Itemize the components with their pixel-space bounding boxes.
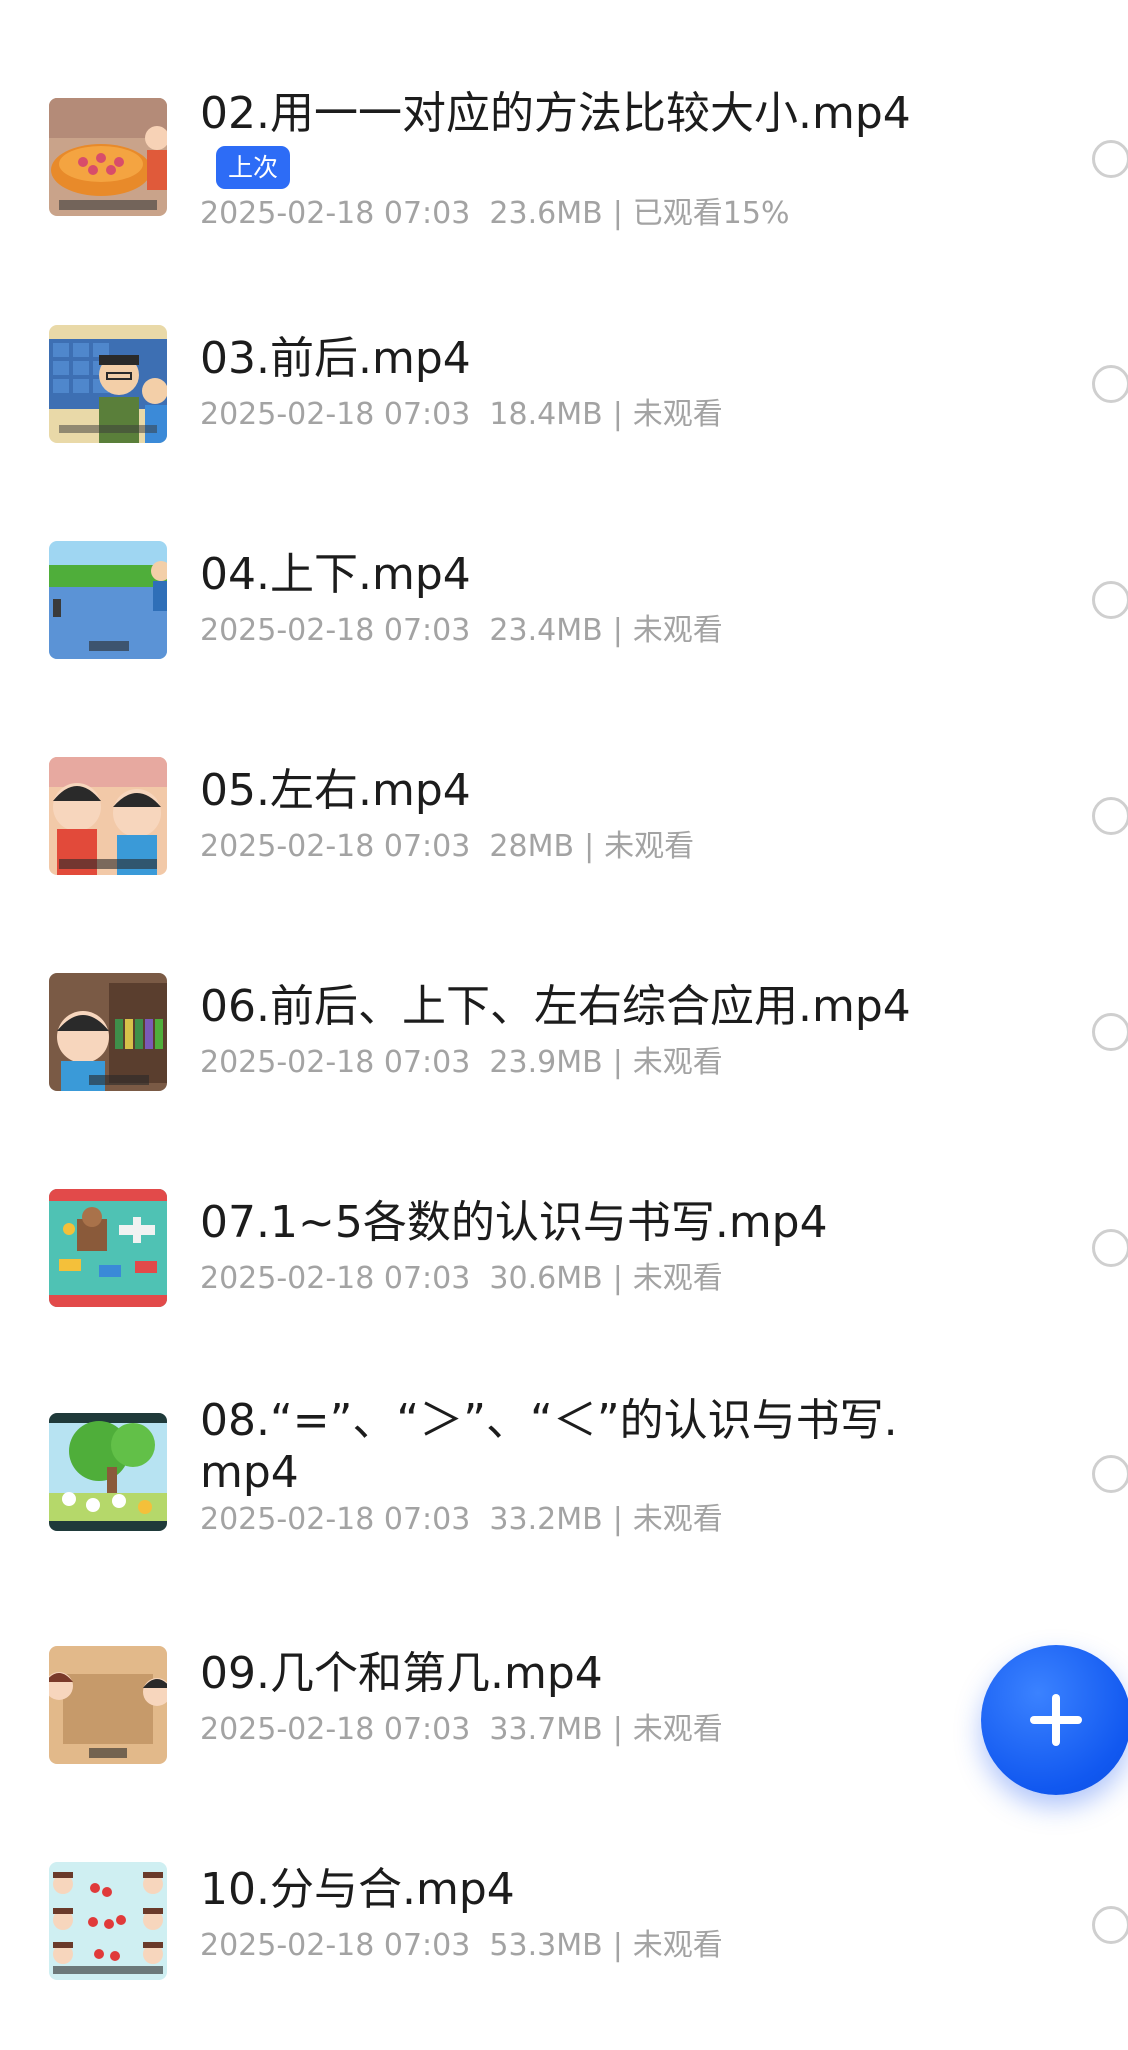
file-meta: 2025-02-18 07:03 23.9MB | 未观看 [200, 1045, 723, 1081]
file-title: 05.左右.mp4 [200, 765, 940, 817]
select-radio[interactable] [1092, 797, 1128, 835]
file-title-text: 04.上下.mp4 [200, 549, 471, 600]
thumbnail-bookshelf-child [49, 973, 167, 1091]
file-date: 2025-02-18 07:03 [200, 829, 471, 864]
select-radio[interactable] [1092, 1906, 1128, 1944]
watch-status: 未观看 [632, 613, 723, 648]
watch-status: 未观看 [632, 397, 723, 432]
select-radio[interactable] [1092, 581, 1128, 619]
file-title: 04.上下.mp4 [200, 549, 940, 601]
file-title-text: 05.左右.mp4 [200, 765, 471, 816]
watch-status: 未观看 [632, 1502, 723, 1537]
add-button[interactable] [981, 1645, 1128, 1795]
file-row[interactable]: 08.“=”、“＞”、“＜”的认识与书写.mp4 2025-02-18 07:0… [0, 1395, 1128, 1585]
file-date: 2025-02-18 07:03 [200, 1502, 471, 1537]
file-title: 10.分与合.mp4 [200, 1864, 940, 1916]
thumbnail-two-children [49, 757, 167, 875]
meta-separator: | [612, 1045, 623, 1080]
watch-status: 未观看 [632, 1928, 723, 1963]
file-title: 09.几个和第几.mp4 [200, 1648, 940, 1700]
file-row[interactable]: 09.几个和第几.mp4 2025-02-18 07:03 33.7MB | 未观看 [0, 1620, 1128, 1800]
file-row[interactable]: 02.用一一对应的方法比较大小.mp4 上次 2025-02-18 07:03 2… [0, 80, 1128, 260]
file-size: 33.7MB [489, 1712, 603, 1747]
thumbnail-pond-scene [49, 541, 167, 659]
meta-separator: | [612, 1261, 623, 1296]
file-size: 30.6MB [489, 1261, 603, 1296]
meta-separator: | [612, 1712, 623, 1747]
file-date: 2025-02-18 07:03 [200, 196, 471, 231]
file-row[interactable]: 07.1~5各数的认识与书写.mp4 2025-02-18 07:03 30.6… [0, 1169, 1128, 1349]
file-size: 23.4MB [489, 613, 603, 648]
file-title-text: 06.前后、上下、左右综合应用.mp4 [200, 981, 911, 1032]
file-meta: 2025-02-18 07:03 33.2MB | 未观看 [200, 1502, 723, 1538]
meta-separator: | [612, 1502, 623, 1537]
file-size: 53.3MB [489, 1928, 603, 1963]
file-title: 02.用一一对应的方法比较大小.mp4 上次 [200, 88, 940, 192]
plus-icon [1030, 1694, 1082, 1746]
file-title-text: 03.前后.mp4 [200, 333, 471, 384]
file-meta: 2025-02-18 07:03 23.4MB | 未观看 [200, 613, 723, 649]
meta-separator: | [612, 196, 623, 231]
file-meta: 2025-02-18 07:03 18.4MB | 未观看 [200, 397, 723, 433]
file-size: 18.4MB [489, 397, 603, 432]
thumbnail-table-children [49, 1646, 167, 1764]
meta-separator: | [584, 829, 595, 864]
select-radio[interactable] [1092, 140, 1128, 178]
file-meta: 2025-02-18 07:03 30.6MB | 未观看 [200, 1261, 723, 1297]
file-row[interactable]: 05.左右.mp4 2025-02-18 07:03 28MB | 未观看 [0, 737, 1128, 917]
file-row[interactable]: 04.上下.mp4 2025-02-18 07:03 23.4MB | 未观看 [0, 521, 1128, 701]
watch-status: 未观看 [632, 1045, 723, 1080]
file-date: 2025-02-18 07:03 [200, 1928, 471, 1963]
watch-status: 未观看 [604, 829, 695, 864]
file-title-text: 07.1~5各数的认识与书写.mp4 [200, 1197, 828, 1248]
file-size: 28MB [489, 829, 575, 864]
select-radio[interactable] [1092, 1013, 1128, 1051]
file-meta: 2025-02-18 07:03 23.6MB | 已观看15% [200, 196, 789, 232]
thumbnail-children-cherries [49, 1862, 167, 1980]
file-title: 06.前后、上下、左右综合应用.mp4 [200, 981, 940, 1033]
select-radio[interactable] [1092, 365, 1128, 403]
file-title: 07.1~5各数的认识与书写.mp4 [200, 1197, 940, 1249]
file-title-text: 08.“=”、“＞”、“＜”的认识与书写.mp4 [200, 1395, 898, 1498]
select-radio[interactable] [1092, 1455, 1128, 1493]
thumbnail-plate-scene [49, 98, 167, 216]
select-radio[interactable] [1092, 1229, 1128, 1267]
last-played-badge: 上次 [216, 146, 291, 189]
file-size: 23.9MB [489, 1045, 603, 1080]
file-title: 08.“=”、“＞”、“＜”的认识与书写.mp4 [200, 1395, 940, 1499]
thumbnail-toys-scene [49, 1189, 167, 1307]
file-size: 33.2MB [489, 1502, 603, 1537]
thumbnail-classroom-teacher [49, 325, 167, 443]
file-row[interactable]: 10.分与合.mp4 2025-02-18 07:03 53.3MB | 未观看 [0, 1836, 1128, 2016]
meta-separator: | [612, 1928, 623, 1963]
file-title: 03.前后.mp4 [200, 333, 940, 385]
thumbnail-tree-animals [49, 1413, 167, 1531]
file-date: 2025-02-18 07:03 [200, 1712, 471, 1747]
file-title-text: 02.用一一对应的方法比较大小.mp4 [200, 88, 911, 139]
watch-status: 已观看15% [632, 196, 790, 231]
file-date: 2025-02-18 07:03 [200, 613, 471, 648]
meta-separator: | [612, 613, 623, 648]
file-title-text: 10.分与合.mp4 [200, 1864, 515, 1915]
file-date: 2025-02-18 07:03 [200, 397, 471, 432]
watch-status: 未观看 [632, 1712, 723, 1747]
meta-separator: | [612, 397, 623, 432]
file-row[interactable]: 06.前后、上下、左右综合应用.mp4 2025-02-18 07:03 23.… [0, 953, 1128, 1133]
watch-status: 未观看 [632, 1261, 723, 1296]
file-title-text: 09.几个和第几.mp4 [200, 1648, 603, 1699]
file-date: 2025-02-18 07:03 [200, 1045, 471, 1080]
file-row[interactable]: 03.前后.mp4 2025-02-18 07:03 18.4MB | 未观看 [0, 305, 1128, 485]
file-meta: 2025-02-18 07:03 33.7MB | 未观看 [200, 1712, 723, 1748]
file-date: 2025-02-18 07:03 [200, 1261, 471, 1296]
file-size: 23.6MB [489, 196, 603, 231]
file-meta: 2025-02-18 07:03 53.3MB | 未观看 [200, 1928, 723, 1964]
file-meta: 2025-02-18 07:03 28MB | 未观看 [200, 829, 694, 865]
